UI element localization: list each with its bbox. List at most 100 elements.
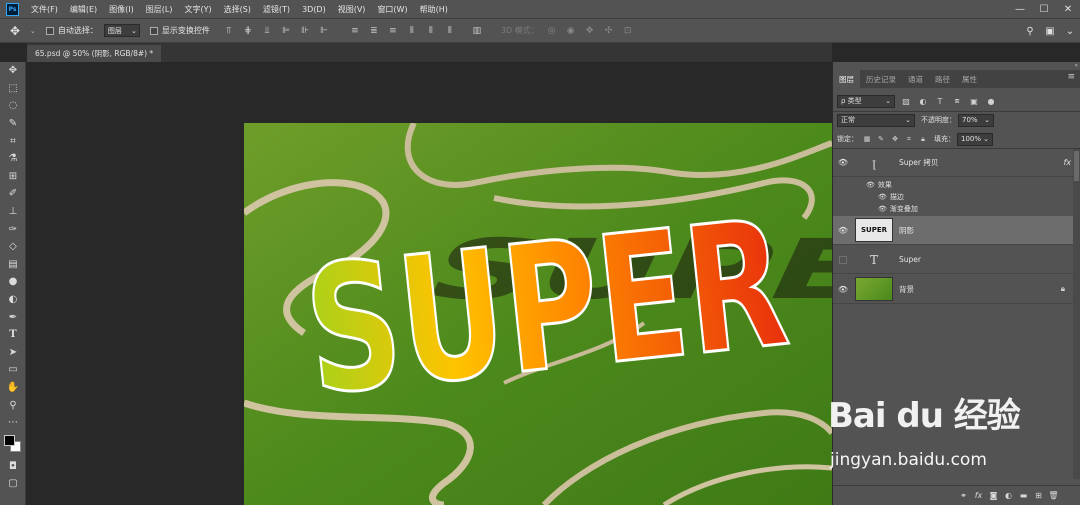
hand-tool-icon[interactable]: ✋ <box>0 379 26 397</box>
tab-history[interactable]: 历史记录 <box>860 70 902 88</box>
auto-align-icon[interactable]: ▥ <box>470 25 484 37</box>
menu-view[interactable]: 视图(V) <box>332 4 372 15</box>
align-left-icon[interactable]: ⊫ <box>279 25 293 37</box>
document-tab[interactable]: 65.psd @ 50% (阴影, RGB/8#) * <box>27 45 162 62</box>
filter-shape-icon[interactable]: ⧈ <box>951 95 963 107</box>
effects-row[interactable]: 👁︎ 效果 <box>833 179 1073 191</box>
3d-scale-icon[interactable]: ⊡ <box>621 25 635 37</box>
new-group-icon[interactable]: ▬ <box>1016 489 1031 503</box>
opacity-field[interactable]: 70% ⌄ <box>958 113 994 127</box>
tab-properties[interactable]: 属性 <box>956 70 983 88</box>
pen-tool-icon[interactable]: ✒ <box>0 308 26 326</box>
workspace-icon[interactable]: ▣ <box>1040 23 1060 39</box>
distribute-hcenter-icon[interactable]: ⦀ <box>424 25 438 37</box>
distribute-left-icon[interactable]: ⦀ <box>405 25 419 37</box>
blend-mode-dropdown[interactable]: 正常 ⌄ <box>837 113 915 127</box>
auto-select-box[interactable] <box>45 26 54 35</box>
quick-mask-icon[interactable]: ◘ <box>0 457 26 475</box>
layer-background[interactable]: 👁︎ 背景 🔒︎ <box>833 275 1073 304</box>
filter-type-icon[interactable]: T <box>934 95 946 107</box>
move-tool-icon[interactable]: ✥ <box>0 62 26 80</box>
effect-gradient-row[interactable]: 👁︎ 渐变叠加 <box>833 203 1073 215</box>
tab-channels[interactable]: 通道 <box>902 70 929 88</box>
filter-toggle-icon[interactable]: ● <box>985 95 997 107</box>
align-bottom-icon[interactable]: ⫫ <box>260 25 274 37</box>
eye-icon[interactable]: 👁︎ <box>833 285 853 294</box>
add-mask-icon[interactable]: ◙ <box>986 489 1001 503</box>
menu-3d[interactable]: 3D(D) <box>296 5 332 14</box>
canvas-area[interactable]: SUPER SUPER <box>27 62 832 505</box>
canvas-image[interactable]: SUPER SUPER <box>244 123 832 505</box>
menu-file[interactable]: 文件(F) <box>25 4 64 15</box>
brush-tool-icon[interactable]: ✐ <box>0 185 26 203</box>
lock-artboard-icon[interactable]: ⌗ <box>904 134 914 144</box>
tab-layers[interactable]: 图层 <box>833 70 860 88</box>
menu-type[interactable]: 文字(Y) <box>178 4 217 15</box>
fx-icon[interactable]: fx <box>1063 158 1071 167</box>
3d-pan-icon[interactable]: ✥ <box>583 25 597 37</box>
menu-help[interactable]: 帮助(H) <box>414 4 454 15</box>
menu-select[interactable]: 选择(S) <box>218 4 257 15</box>
lock-move-icon[interactable]: ✥ <box>890 134 900 144</box>
eye-icon[interactable]: 👁︎ <box>833 226 853 235</box>
workspace-chevron-icon[interactable]: ⌄ <box>1060 23 1080 39</box>
align-vcenter-icon[interactable]: ⋕ <box>241 25 255 37</box>
tab-paths[interactable]: 路径 <box>929 70 956 88</box>
move-tool-icon[interactable]: ✥ <box>0 24 30 38</box>
eye-icon[interactable]: 👁︎ <box>878 193 887 201</box>
show-transform-checkbox[interactable]: 显示变换控件 <box>149 25 210 36</box>
lock-transparency-icon[interactable]: ▦ <box>862 134 872 144</box>
menu-filter[interactable]: 滤镜(T) <box>257 4 296 15</box>
eye-icon[interactable]: 👁︎ <box>878 205 887 213</box>
lasso-tool-icon[interactable]: ◌ <box>0 97 26 115</box>
align-top-icon[interactable]: ⫪ <box>222 25 236 37</box>
menu-image[interactable]: 图像(I) <box>103 4 140 15</box>
eraser-tool-icon[interactable]: ◇ <box>0 238 26 256</box>
blur-tool-icon[interactable]: ● <box>0 273 26 291</box>
filter-adjust-icon[interactable]: ◐ <box>917 95 929 107</box>
crop-tool-icon[interactable]: ⌗ <box>0 132 26 150</box>
visibility-toggle[interactable] <box>833 255 853 264</box>
new-layer-icon[interactable]: ⊞ <box>1031 489 1046 503</box>
color-swatches[interactable] <box>0 431 25 457</box>
align-hcenter-icon[interactable]: ⊪ <box>298 25 312 37</box>
zoom-tool-icon[interactable]: ⚲ <box>0 396 26 414</box>
panel-collapse-icon[interactable]: » <box>1064 62 1078 70</box>
search-icon[interactable]: ⚲ <box>1020 23 1040 39</box>
3d-slide-icon[interactable]: ✣ <box>602 25 616 37</box>
marquee-tool-icon[interactable]: ⬚ <box>0 80 26 98</box>
tool-preset-chevron-icon[interactable]: ⌄ <box>30 27 36 35</box>
auto-select-dropdown[interactable]: 图层 ⌄ <box>103 24 140 37</box>
delete-layer-icon[interactable]: 🗑︎ <box>1046 489 1061 503</box>
lock-all-icon[interactable]: 🔒︎ <box>918 134 928 144</box>
3d-roll-icon[interactable]: ◉ <box>564 25 578 37</box>
layer-shadow[interactable]: 👁︎ SUPER 阴影 <box>833 216 1073 245</box>
screen-mode-icon[interactable]: ▢ <box>0 475 26 493</box>
kind-filter-dropdown[interactable]: ρ 类型 ⌄ <box>837 94 895 108</box>
eyedropper-tool-icon[interactable]: ⚗ <box>0 150 26 168</box>
distribute-top-icon[interactable]: ≡ <box>348 25 362 37</box>
3d-orbit-icon[interactable]: ◎ <box>545 25 559 37</box>
panel-menu-icon[interactable]: ≡ <box>1067 72 1075 82</box>
history-brush-icon[interactable]: ✑ <box>0 220 26 238</box>
auto-select-checkbox[interactable]: 自动选择： <box>45 25 98 36</box>
path-select-tool-icon[interactable]: ➤ <box>0 344 26 362</box>
quick-select-tool-icon[interactable]: ✎ <box>0 115 26 133</box>
distribute-right-icon[interactable]: ⦀ <box>443 25 457 37</box>
gradient-tool-icon[interactable]: ▤ <box>0 256 26 274</box>
menu-layer[interactable]: 图层(L) <box>140 4 179 15</box>
dodge-tool-icon[interactable]: ◐ <box>0 291 26 309</box>
maximize-button[interactable]: ☐ <box>1032 0 1056 18</box>
filter-smart-icon[interactable]: ▣ <box>968 95 980 107</box>
foreground-color[interactable] <box>4 435 15 447</box>
healing-tool-icon[interactable]: ⊞ <box>0 168 26 186</box>
effect-stroke-row[interactable]: 👁︎ 描边 <box>833 191 1073 203</box>
align-right-icon[interactable]: ⊩ <box>317 25 331 37</box>
close-button[interactable]: ✕ <box>1056 0 1080 18</box>
scrollbar-thumb[interactable] <box>1074 151 1079 181</box>
menu-edit[interactable]: 编辑(E) <box>64 4 103 15</box>
layers-scrollbar[interactable] <box>1073 149 1080 479</box>
minimize-button[interactable]: — <box>1008 0 1032 18</box>
eye-icon[interactable]: 👁︎ <box>866 181 875 189</box>
distribute-bottom-icon[interactable]: ≡ <box>386 25 400 37</box>
